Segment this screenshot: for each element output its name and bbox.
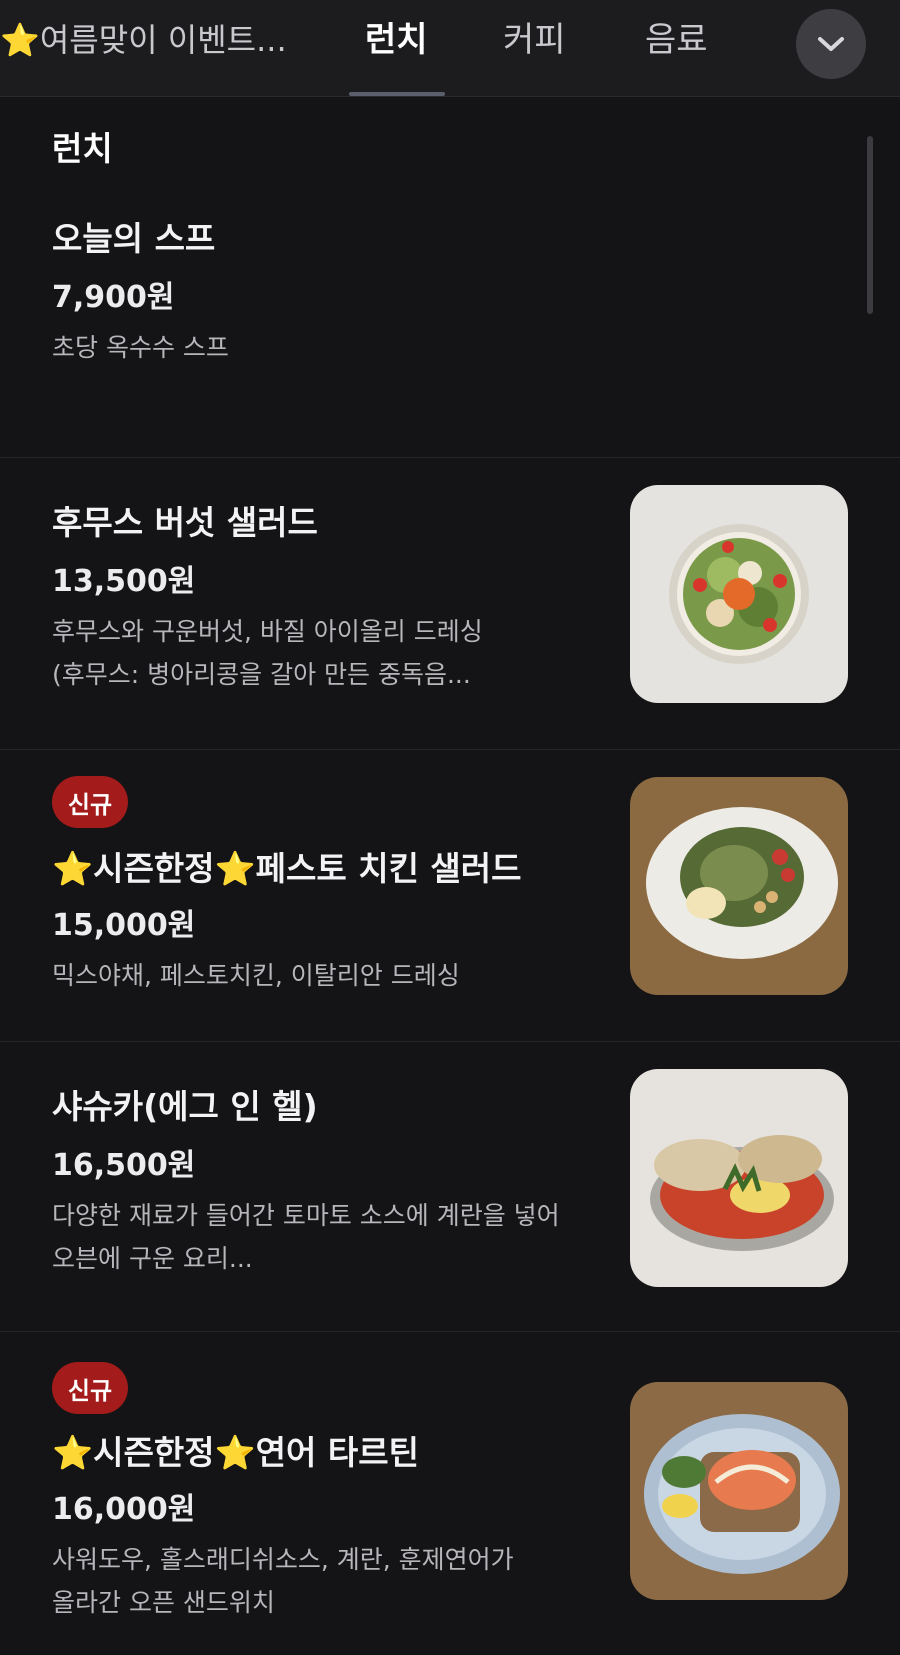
menu-item-name: ⭐시즌한정⭐연어 타르틴 — [52, 1426, 419, 1474]
menu-item-description: 후무스와 구운버섯, 바질 아이올리 드레싱 (후무스: 병아리콩을 갈아 만든… — [52, 610, 592, 696]
description-line: 올라간 오픈 샌드위치 — [52, 1588, 275, 1617]
new-badge: 신규 — [52, 1362, 128, 1414]
tab-summer-event-label: 여름맞이 이벤트... — [39, 21, 287, 59]
menu-item-photo — [630, 485, 848, 703]
description-line: (후무스: 병아리콩을 갈아 만든 중독음... — [52, 660, 471, 689]
star-icon: ⭐ — [52, 849, 94, 888]
menu-item-price: 13,500원 — [52, 564, 196, 599]
menu-item-description: 초당 옥수수 스프 — [52, 333, 229, 362]
menu-item-description: 믹스야채, 페스토치킨, 이탈리안 드레싱 — [52, 961, 460, 990]
menu-item-name-main: 시즌한정 — [93, 849, 215, 888]
menu-item-price: 7,900원 — [52, 280, 175, 315]
menu-item-photo — [630, 777, 848, 995]
star-icon: ⭐ — [214, 1433, 256, 1472]
tab-summer-event[interactable]: ⭐여름맞이 이벤트... — [0, 0, 287, 96]
menu-item[interactable]: 샤슈카(에그 인 헬) 16,500원 다양한 재료가 들어간 토마토 소스에 … — [0, 1042, 900, 1332]
star-icon: ⭐ — [52, 1433, 94, 1472]
menu-item-description: 다양한 재료가 들어간 토마토 소스에 계란을 넣어 오븐에 구운 요리... — [52, 1194, 592, 1280]
menu-item-name-rest: 연어 타르틴 — [255, 1433, 419, 1472]
menu-item-name: 후무스 버섯 샐러드 — [52, 503, 318, 542]
tab-coffee[interactable]: 커피 — [503, 0, 566, 96]
menu-item[interactable]: 후무스 버섯 샐러드 13,500원 후무스와 구운버섯, 바질 아이올리 드레… — [0, 458, 900, 750]
chevron-down-icon — [818, 37, 844, 51]
description-line: 다양한 재료가 들어간 토마토 소스에 계란을 넣어 — [52, 1201, 560, 1230]
star-icon: ⭐ — [0, 21, 40, 59]
star-icon: ⭐ — [214, 849, 256, 888]
menu-item-name-main: 시즌한정 — [93, 1433, 215, 1472]
menu-item[interactable]: 신규 ⭐시즌한정⭐연어 타르틴 16,000원 사워도우, 홀스래디쉬소스, 계… — [0, 1332, 900, 1655]
description-line: 후무스와 구운버섯, 바질 아이올리 드레싱 — [52, 617, 483, 646]
menu-item-description: 사워도우, 홀스래디쉬소스, 계란, 훈제연어가 올라간 오픈 샌드위치 — [52, 1538, 592, 1624]
tab-lunch[interactable]: 런치 — [365, 0, 428, 96]
new-badge: 신규 — [52, 776, 128, 828]
menu-item-name: 오늘의 스프 — [52, 219, 216, 258]
tab-drink[interactable]: 음료 — [645, 0, 708, 96]
description-line: 오븐에 구운 요리... — [52, 1244, 253, 1273]
menu-item-price: 16,500원 — [52, 1148, 196, 1183]
menu-item-name: 샤슈카(에그 인 헬) — [52, 1087, 318, 1126]
expand-categories-button[interactable] — [796, 9, 866, 79]
active-tab-indicator — [349, 92, 445, 96]
menu-item[interactable]: 오늘의 스프 7,900원 초당 옥수수 스프 — [0, 180, 900, 458]
menu-item-photo — [630, 1382, 848, 1600]
menu-item-price: 15,000원 — [52, 908, 196, 943]
category-tab-bar: ⭐여름맞이 이벤트... 런치 커피 음료 — [0, 0, 900, 97]
menu-item-name: ⭐시즌한정⭐페스토 치킨 샐러드 — [52, 842, 522, 890]
menu-item-photo — [630, 1069, 848, 1287]
menu-item[interactable]: 신규 ⭐시즌한정⭐페스토 치킨 샐러드 15,000원 믹스야채, 페스토치킨,… — [0, 750, 900, 1042]
description-line: 사워도우, 홀스래디쉬소스, 계란, 훈제연어가 — [52, 1545, 514, 1574]
menu-item-price: 16,000원 — [52, 1492, 196, 1527]
section-title: 런치 — [52, 129, 113, 168]
menu-item-name-rest: 페스토 치킨 샐러드 — [255, 849, 522, 888]
